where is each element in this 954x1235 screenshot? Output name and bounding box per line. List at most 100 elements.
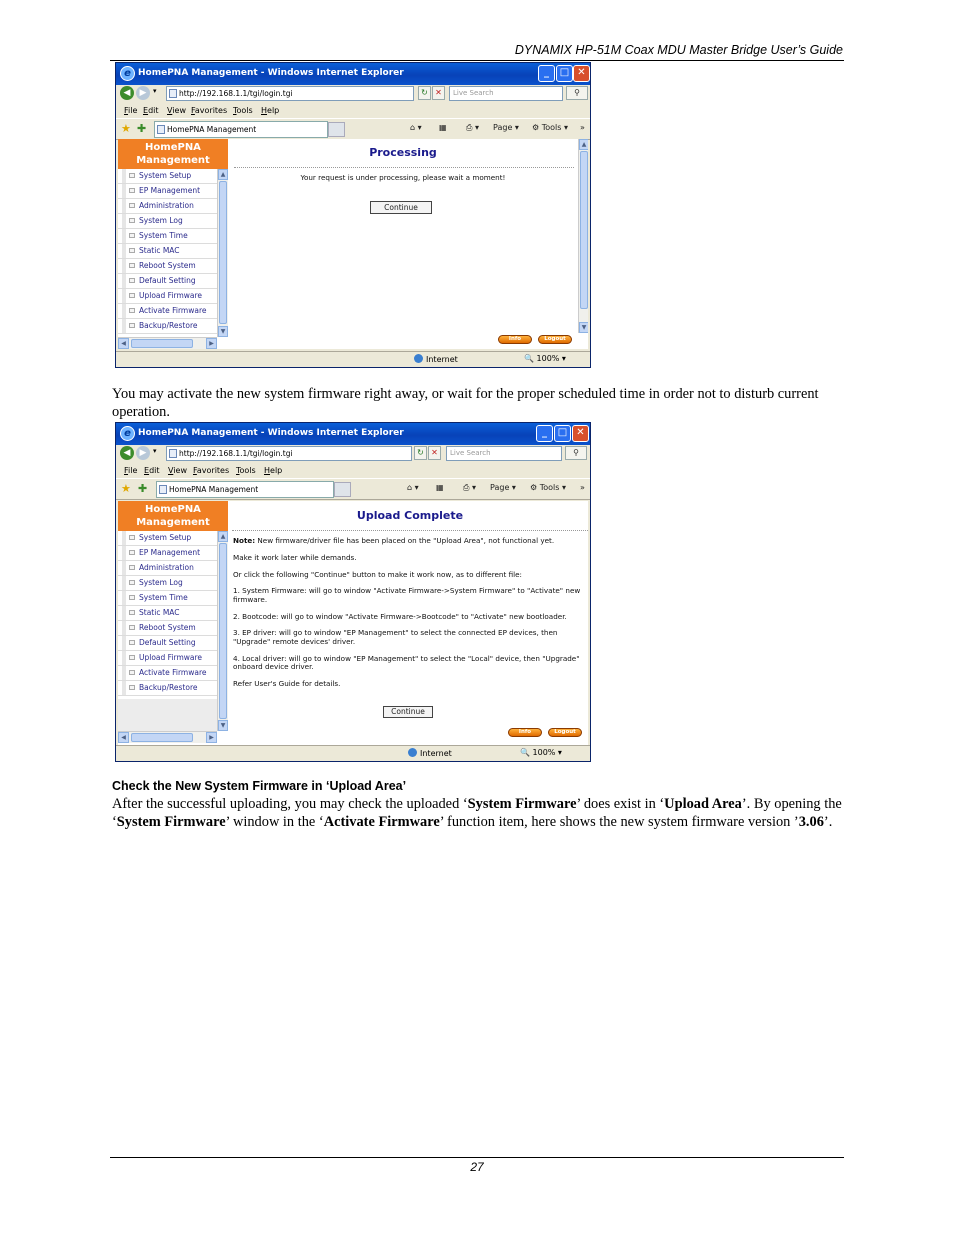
sidebar-item-default-setting[interactable]: Default Setting bbox=[118, 636, 228, 651]
chevron-more-icon[interactable]: » bbox=[580, 123, 585, 132]
menu-favorites[interactable]: Favorites bbox=[191, 103, 227, 118]
menu-file[interactable]: File bbox=[124, 463, 137, 478]
sidebar-item-system-setup[interactable]: System Setup bbox=[118, 169, 228, 184]
scroll-up-icon[interactable]: ▲ bbox=[218, 169, 228, 180]
menu-tools[interactable]: Tools bbox=[233, 103, 253, 118]
sidebar-item-ep-management[interactable]: EP Management bbox=[118, 184, 228, 199]
scroll-down-icon[interactable]: ▼ bbox=[579, 322, 588, 333]
page-menu[interactable]: Page ▾ bbox=[493, 123, 519, 132]
url-input[interactable]: http://192.168.1.1/tgi/login.tgi bbox=[166, 446, 412, 461]
close-button[interactable]: ✕ bbox=[573, 65, 590, 82]
sidebar-item-system-time[interactable]: System Time bbox=[118, 591, 228, 606]
chevron-more-icon[interactable]: » bbox=[580, 483, 585, 492]
sidebar-item-upload-firmware[interactable]: Upload Firmware bbox=[118, 289, 228, 304]
scroll-left-icon[interactable]: ◀ bbox=[118, 338, 129, 349]
continue-button[interactable]: Continue bbox=[383, 706, 433, 718]
search-input[interactable]: Live Search bbox=[449, 86, 563, 101]
feeds-icon[interactable]: ▦ bbox=[439, 123, 447, 132]
sidebar-item-activate-firmware[interactable]: Activate Firmware bbox=[118, 666, 228, 681]
tab-homepna[interactable]: HomePNA Management bbox=[156, 481, 334, 498]
search-icon[interactable]: ⚲ bbox=[566, 86, 588, 100]
menu-help[interactable]: Help bbox=[261, 103, 279, 118]
sidebar-scrollbar[interactable]: ▲ ▼ bbox=[217, 531, 228, 731]
menu-edit[interactable]: Edit bbox=[143, 103, 159, 118]
menu-tools[interactable]: Tools bbox=[236, 463, 256, 478]
scroll-thumb[interactable] bbox=[580, 151, 588, 309]
stop-icon[interactable]: ✕ bbox=[428, 446, 441, 460]
sidebar-hscrollbar[interactable]: ◀ ▶ bbox=[118, 731, 217, 743]
sidebar-item-static-mac[interactable]: Static MAC bbox=[118, 606, 228, 621]
sidebar-item-system-log[interactable]: System Log bbox=[118, 576, 228, 591]
scroll-left-icon[interactable]: ◀ bbox=[118, 732, 129, 743]
info-button[interactable]: Info bbox=[498, 335, 532, 344]
history-dropdown-icon[interactable]: ▾ bbox=[153, 87, 157, 95]
maximize-button[interactable]: □ bbox=[554, 425, 571, 442]
sidebar-item-backup-restore[interactable]: Backup/Restore bbox=[118, 319, 228, 334]
continue-button[interactable]: Continue bbox=[370, 201, 432, 214]
zoom-control[interactable]: 🔍 100% ▾ bbox=[520, 748, 562, 757]
scroll-thumb[interactable] bbox=[219, 543, 227, 719]
menu-favorites[interactable]: Favorites bbox=[193, 463, 229, 478]
add-favorite-icon[interactable]: ✚ bbox=[138, 482, 147, 495]
search-input[interactable]: Live Search bbox=[446, 446, 562, 461]
refresh-icon[interactable]: ↻ bbox=[414, 446, 427, 460]
sidebar-item-upload-firmware[interactable]: Upload Firmware bbox=[118, 651, 228, 666]
sidebar-item-reboot-system[interactable]: Reboot System bbox=[118, 259, 228, 274]
sidebar-item-ep-management[interactable]: EP Management bbox=[118, 546, 228, 561]
menu-help[interactable]: Help bbox=[264, 463, 282, 478]
logout-button[interactable]: Logout bbox=[538, 335, 572, 344]
maximize-button[interactable]: □ bbox=[556, 65, 573, 82]
print-icon[interactable]: ⎙ ▾ bbox=[463, 483, 476, 493]
sidebar-item-reboot-system[interactable]: Reboot System bbox=[118, 621, 228, 636]
print-icon[interactable]: ⎙ ▾ bbox=[466, 123, 479, 133]
scroll-right-icon[interactable]: ▶ bbox=[206, 732, 217, 743]
menu-edit[interactable]: Edit bbox=[144, 463, 160, 478]
new-tab-button[interactable] bbox=[328, 122, 345, 137]
hscroll-thumb[interactable] bbox=[131, 339, 193, 348]
page-menu[interactable]: Page ▾ bbox=[490, 483, 516, 492]
stop-icon[interactable]: ✕ bbox=[432, 86, 445, 100]
sidebar-item-system-time[interactable]: System Time bbox=[118, 229, 228, 244]
sidebar-item-default-setting[interactable]: Default Setting bbox=[118, 274, 228, 289]
hscroll-thumb[interactable] bbox=[131, 733, 193, 742]
forward-icon[interactable]: ▶ bbox=[136, 86, 150, 100]
back-icon[interactable]: ◀ bbox=[120, 86, 134, 100]
content-scrollbar[interactable]: ▲ ▼ bbox=[578, 139, 588, 333]
favorites-star-icon[interactable]: ★ bbox=[121, 122, 131, 135]
menu-file[interactable]: File bbox=[124, 103, 137, 118]
refresh-icon[interactable]: ↻ bbox=[418, 86, 431, 100]
scroll-thumb[interactable] bbox=[219, 181, 227, 324]
back-icon[interactable]: ◀ bbox=[120, 446, 134, 460]
favorites-star-icon[interactable]: ★ bbox=[121, 482, 131, 495]
url-input[interactable]: http://192.168.1.1/tgi/login.tgi bbox=[166, 86, 414, 101]
sidebar-item-administration[interactable]: Administration bbox=[118, 561, 228, 576]
new-tab-button[interactable] bbox=[334, 482, 351, 497]
scroll-up-icon[interactable]: ▲ bbox=[579, 139, 588, 150]
close-button[interactable]: ✕ bbox=[572, 425, 589, 442]
scroll-down-icon[interactable]: ▼ bbox=[218, 720, 228, 731]
sidebar-item-backup-restore[interactable]: Backup/Restore bbox=[118, 681, 228, 696]
home-icon[interactable]: ⌂ ▾ bbox=[410, 123, 422, 132]
info-button[interactable]: Info bbox=[508, 728, 542, 737]
add-favorite-icon[interactable]: ✚ bbox=[137, 122, 146, 135]
zoom-control[interactable]: 🔍 100% ▾ bbox=[524, 354, 566, 363]
minimize-button[interactable]: _ bbox=[536, 425, 553, 442]
menu-view[interactable]: View bbox=[167, 103, 186, 118]
feeds-icon[interactable]: ▦ bbox=[436, 483, 444, 492]
tools-menu[interactable]: ⚙ Tools ▾ bbox=[532, 123, 568, 132]
sidebar-item-static-mac[interactable]: Static MAC bbox=[118, 244, 228, 259]
menu-view[interactable]: View bbox=[168, 463, 187, 478]
minimize-button[interactable]: _ bbox=[538, 65, 555, 82]
sidebar-item-system-setup[interactable]: System Setup bbox=[118, 531, 228, 546]
sidebar-hscrollbar[interactable]: ◀ ▶ bbox=[118, 337, 217, 349]
sidebar-scrollbar[interactable]: ▲ ▼ bbox=[217, 169, 228, 337]
scroll-down-icon[interactable]: ▼ bbox=[218, 326, 228, 337]
search-icon[interactable]: ⚲ bbox=[565, 446, 587, 460]
tools-menu[interactable]: ⚙ Tools ▾ bbox=[530, 483, 566, 492]
sidebar-item-administration[interactable]: Administration bbox=[118, 199, 228, 214]
scroll-right-icon[interactable]: ▶ bbox=[206, 338, 217, 349]
home-icon[interactable]: ⌂ ▾ bbox=[407, 483, 419, 492]
logout-button[interactable]: Logout bbox=[548, 728, 582, 737]
scroll-up-icon[interactable]: ▲ bbox=[218, 531, 228, 542]
history-dropdown-icon[interactable]: ▾ bbox=[153, 447, 157, 455]
